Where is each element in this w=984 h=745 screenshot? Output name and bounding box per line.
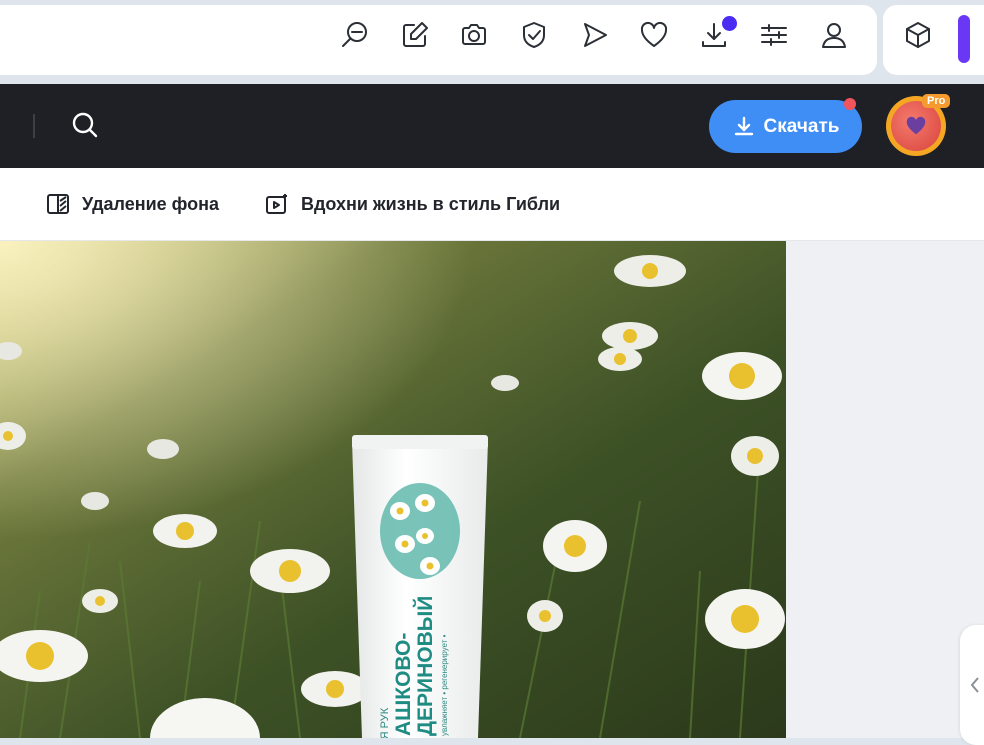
header-divider <box>33 114 35 138</box>
remove-background-tool[interactable]: Удаление фона <box>46 191 219 217</box>
tube-label-tiny: увлажняет • регенерирует • <box>440 634 449 736</box>
edit-icon[interactable] <box>400 20 430 50</box>
download-button[interactable]: Скачать <box>709 100 862 153</box>
cube-icon[interactable] <box>903 20 933 50</box>
download-badge <box>722 16 737 31</box>
cream-tube: ДЛЯ РУК АШКОВО- ДЕРИНОВЫЙ увлажняет • ре… <box>352 435 488 738</box>
profile-icon[interactable] <box>819 20 849 50</box>
heart-avatar-icon <box>906 116 926 135</box>
tube-label-small: ДЛЯ РУК <box>379 707 391 738</box>
browser-toolbar <box>0 5 877 75</box>
remove-background-label: Удаление фона <box>82 193 220 214</box>
download-arrow-icon <box>734 116 753 135</box>
product-photo: ДЛЯ РУК АШКОВО- ДЕРИНОВЫЙ увлажняет • ре… <box>0 241 786 738</box>
collapse-panel-button[interactable] <box>960 625 984 745</box>
shield-icon[interactable] <box>519 20 549 50</box>
pro-badge: Pro <box>922 94 951 108</box>
zoom-out-icon[interactable] <box>340 20 370 50</box>
meadow-image: ДЛЯ РУК АШКОВО- ДЕРИНОВЫЙ увлажняет • ре… <box>0 241 786 738</box>
chevron-left-icon <box>970 677 979 693</box>
extension-indicator[interactable] <box>958 15 970 63</box>
animate-icon <box>266 194 287 214</box>
remove-bg-icon <box>47 194 69 214</box>
sliders-icon[interactable] <box>759 20 789 50</box>
notification-dot <box>844 98 856 110</box>
side-panel <box>786 241 984 738</box>
download-button-label: Скачать <box>763 115 840 137</box>
search-icon[interactable] <box>70 110 100 140</box>
ghibli-style-label: Вдохни жизнь в стиль Гибли <box>301 193 561 214</box>
camera-icon[interactable] <box>459 20 489 50</box>
tube-label-line1: АШКОВО- <box>392 633 415 736</box>
ghibli-style-tool[interactable]: Вдохни жизнь в стиль Гибли <box>265 191 560 217</box>
heart-icon[interactable] <box>639 20 669 50</box>
tube-label-line2: ДЕРИНОВЫЙ <box>413 596 437 736</box>
send-icon[interactable] <box>580 20 610 50</box>
